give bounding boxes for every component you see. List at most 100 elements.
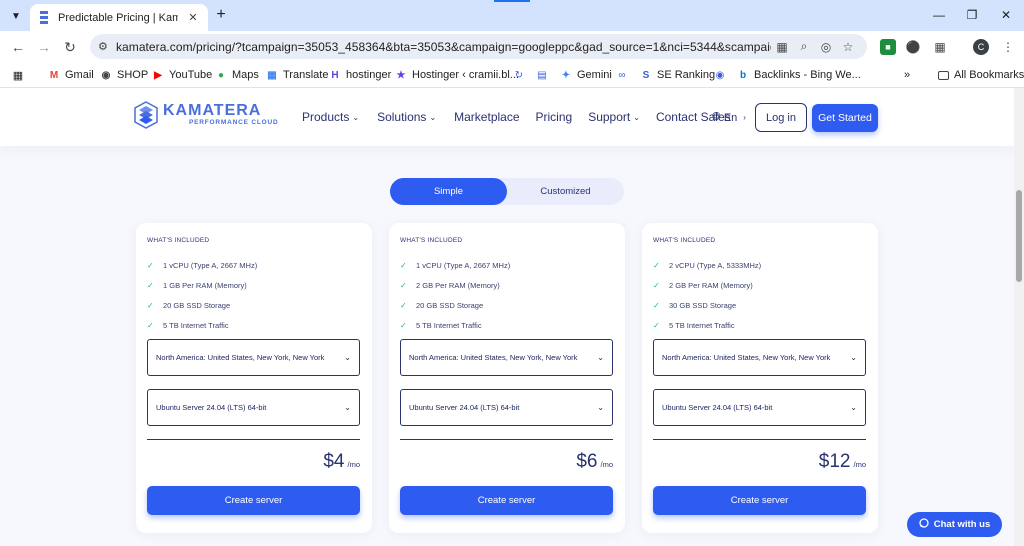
bookmark-label: Backlinks - Bing We... [754, 69, 861, 81]
bookmark-item[interactable]: M Gmail [48, 68, 94, 82]
address-bar[interactable]: ⚙ kamatera.com/pricing/?tcampaign=35053_… [90, 34, 867, 59]
bookmark-item[interactable]: ▦ Translate [266, 68, 328, 82]
logo-name: KAMATERA [163, 102, 262, 119]
back-arrow-icon[interactable]: ← [8, 37, 28, 57]
create-server-button[interactable]: Create server [653, 486, 866, 515]
bookmark-label: SHOP [117, 69, 149, 81]
more-bookmarks-chevron-icon[interactable]: » [904, 68, 910, 82]
pricing-mode-toggle: Simple Customized [390, 178, 624, 205]
location-select[interactable]: North America: United States, New York, … [653, 339, 866, 376]
site-info-icon[interactable]: ⚙ [98, 40, 116, 53]
nav-item-pricing[interactable]: Pricing [536, 110, 573, 124]
pricing-card: WHAT'S INCLUDED ✓ 1 vCPU (Type A, 2667 MHz… [389, 223, 625, 533]
extension-green-icon[interactable]: ■ [880, 39, 896, 55]
card-divider [653, 439, 866, 440]
nav-item-products[interactable]: Products ⌄ [302, 110, 359, 124]
bookmark-shortcut-icon[interactable]: ◉ [714, 68, 726, 82]
profile-avatar[interactable]: C [973, 39, 989, 55]
gemini-icon: ✦ [561, 69, 571, 81]
tab-search-chevron-icon[interactable]: ▼ [6, 6, 26, 26]
translate-icon: ▦ [267, 69, 277, 81]
chat-label: Chat with us [933, 519, 991, 530]
bookmark-item[interactable]: ▶ YouTube [152, 68, 212, 82]
chat-with-us-button[interactable]: Chat with us [907, 512, 1002, 537]
os-select[interactable]: Ubuntu Server 24.04 (LTS) 64-bit ⌄ [653, 389, 866, 426]
nav-item-label: Solutions [377, 110, 427, 124]
bookmark-item[interactable]: Hhostinger [329, 68, 391, 82]
folder-icon [938, 70, 949, 80]
location-select-value: North America: United States, New York, … [409, 353, 578, 362]
bookmark-star-icon[interactable]: ☆ [837, 40, 859, 54]
language-selector[interactable]: 🌐︎ En › [712, 111, 746, 124]
location-select[interactable]: North America: United States, New York, … [147, 339, 360, 376]
minimize-window-icon[interactable]: — [929, 6, 949, 24]
gmail-icon: M [49, 69, 59, 81]
os-select[interactable]: Ubuntu Server 24.04 (LTS) 64-bit ⌄ [147, 389, 360, 426]
restore-window-icon[interactable]: ❐ [962, 6, 982, 24]
login-button[interactable]: Log in [755, 103, 807, 132]
all-bookmarks-folder[interactable]: All Bookmarks [938, 68, 1024, 82]
browser-tab-active[interactable]: Predictable Pricing | Kamatera ✕ [30, 4, 208, 31]
os-select[interactable]: Ubuntu Server 24.04 (LTS) 64-bit ⌄ [400, 389, 613, 426]
pricing-card: WHAT'S INCLUDED ✓ 2 vCPU (Type A, 5333MHz)… [642, 223, 878, 533]
apps-grid-icon[interactable]: ▦ [12, 68, 24, 82]
hostinger-icon: H [331, 69, 339, 81]
zoom-icon[interactable]: ⌕ [793, 39, 815, 54]
new-tab-plus-icon[interactable]: + [212, 6, 230, 24]
toggle-customized[interactable]: Customized [507, 178, 624, 205]
nav-item-label: Products [302, 110, 350, 124]
bookmark-label: Maps [232, 69, 259, 81]
eye-slash-icon[interactable]: ◎ [815, 40, 837, 54]
main-navigation: Products ⌄ Solutions ⌄ Marketplace Pricing Sup… [302, 110, 731, 124]
page-scrollbar[interactable] [1014, 88, 1024, 546]
close-window-icon[interactable]: ✕ [996, 6, 1016, 24]
extensions-puzzle-icon[interactable]: ▦ [932, 39, 948, 55]
chevron-down-icon: ⌄ [633, 112, 640, 122]
site-header: KAMATERA PERFORMANCE CLOUD Products ⌄ Solu… [0, 88, 1014, 146]
bookmark-item[interactable]: S SE Ranking [640, 68, 715, 82]
check-icon: ✓ [653, 321, 660, 330]
bookmark-shortcut-icon[interactable]: ∞ [616, 68, 628, 82]
bookmark-item[interactable]: ★ Hostinger ‹ cramii.bl... [395, 68, 519, 82]
bookmark-item[interactable]: b Backlinks - Bing We... [737, 68, 861, 82]
feature-item: ✓ 5 TB Internet Traffic [147, 321, 229, 330]
get-started-button[interactable]: Get Started [812, 104, 878, 132]
nav-item-label: Pricing [535, 110, 573, 124]
feature-text: 1 vCPU (Type A, 2667 MHz) [416, 261, 511, 270]
wordpress-icon: ★ [396, 69, 406, 81]
location-pin-icon[interactable]: ⚫ [905, 39, 921, 55]
feature-text: 1 GB Per RAM (Memory) [163, 281, 247, 290]
nav-item-support[interactable]: Support ⌄ [588, 110, 640, 124]
toggle-simple[interactable]: Simple [390, 178, 507, 205]
feature-text: 5 TB Internet Traffic [163, 321, 229, 330]
check-icon: ✓ [147, 261, 154, 270]
check-icon: ✓ [400, 281, 407, 290]
translate-page-icon[interactable]: ▦ [771, 40, 793, 54]
nav-item-marketplace[interactable]: Marketplace [454, 110, 519, 124]
forward-arrow-icon[interactable]: → [34, 37, 54, 57]
tab-close-icon[interactable]: ✕ [186, 11, 200, 24]
bookmark-item[interactable]: ● Maps [215, 68, 259, 82]
bookmark-shortcut-icon[interactable]: ▤ [536, 68, 548, 82]
tab-title: Predictable Pricing | Kamatera [58, 11, 178, 24]
nav-item-solutions[interactable]: Solutions ⌄ [377, 110, 436, 124]
bookmark-item[interactable]: ◉ SHOP [100, 68, 149, 82]
create-server-button[interactable]: Create server [147, 486, 360, 515]
check-icon: ✓ [147, 281, 154, 290]
kamatera-logo[interactable]: KAMATERA PERFORMANCE CLOUD [134, 101, 278, 129]
url-text: kamatera.com/pricing/?tcampaign=35053_45… [116, 39, 771, 54]
whats-included-label: WHAT'S INCLUDED [147, 237, 210, 244]
create-server-button[interactable]: Create server [400, 486, 613, 515]
bookmark-label: hostinger [346, 69, 392, 81]
feature-text: 2 GB Per RAM (Memory) [669, 281, 753, 290]
all-bookmarks-label: All Bookmarks [954, 69, 1024, 81]
browser-menu-kebab-icon[interactable]: ⋮ [1000, 39, 1016, 55]
feature-item: ✓ 5 TB Internet Traffic [400, 321, 482, 330]
bookmark-shortcut-icon[interactable]: ↻ [513, 68, 525, 82]
reload-icon[interactable]: ↻ [60, 37, 80, 57]
location-select[interactable]: North America: United States, New York, … [400, 339, 613, 376]
card-divider [400, 439, 613, 440]
bookmark-item[interactable]: ✦ Gemini [560, 68, 612, 82]
maps-icon: ● [217, 69, 225, 81]
scrollbar-thumb[interactable] [1016, 190, 1022, 282]
